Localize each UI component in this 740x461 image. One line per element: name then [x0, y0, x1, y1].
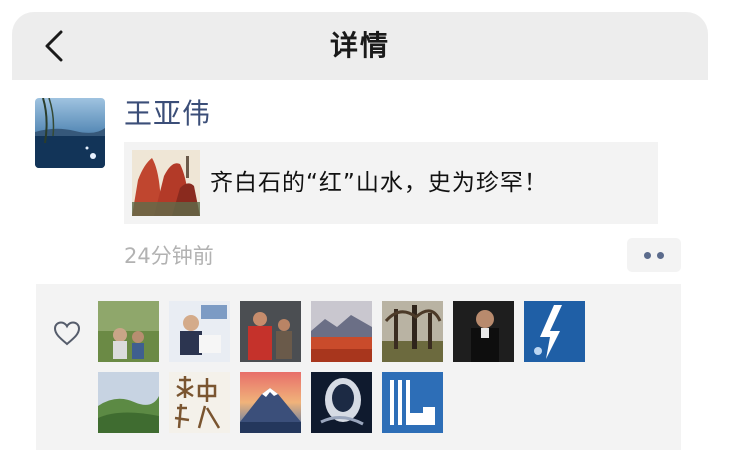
liker-avatar-3[interactable] [240, 301, 301, 362]
liker-avatar-9[interactable] [169, 372, 230, 433]
liker-avatar-8[interactable] [98, 372, 159, 433]
liker-avatar-2[interactable] [169, 301, 230, 362]
liker-avatar-7[interactable] [524, 301, 585, 362]
link-thumbnail [132, 150, 200, 216]
liker-avatar-11[interactable] [311, 372, 372, 433]
liker-avatar-10[interactable] [240, 372, 301, 433]
heart-outline-icon [53, 321, 81, 346]
likes-panel [36, 284, 681, 450]
more-options-button[interactable] [627, 238, 681, 272]
liker-avatar-5[interactable] [382, 301, 443, 362]
shared-link-card[interactable]: 齐白石的“红”山水，史为珍罕！ [124, 142, 658, 224]
more-dots-icon [644, 251, 651, 259]
author-avatar[interactable] [35, 98, 105, 168]
link-title: 齐白石的“红”山水，史为珍罕！ [210, 170, 548, 196]
liker-avatar-1[interactable] [98, 301, 159, 362]
navbar: 详情 [12, 12, 708, 80]
liker-avatar-6[interactable] [453, 301, 514, 362]
liker-avatar-4[interactable] [311, 301, 372, 362]
page-title: 详情 [329, 29, 390, 62]
post-timestamp: 24分钟前 [124, 244, 214, 268]
author-name[interactable]: 王亚伟 [124, 96, 211, 132]
liker-avatar-12[interactable] [382, 372, 443, 433]
